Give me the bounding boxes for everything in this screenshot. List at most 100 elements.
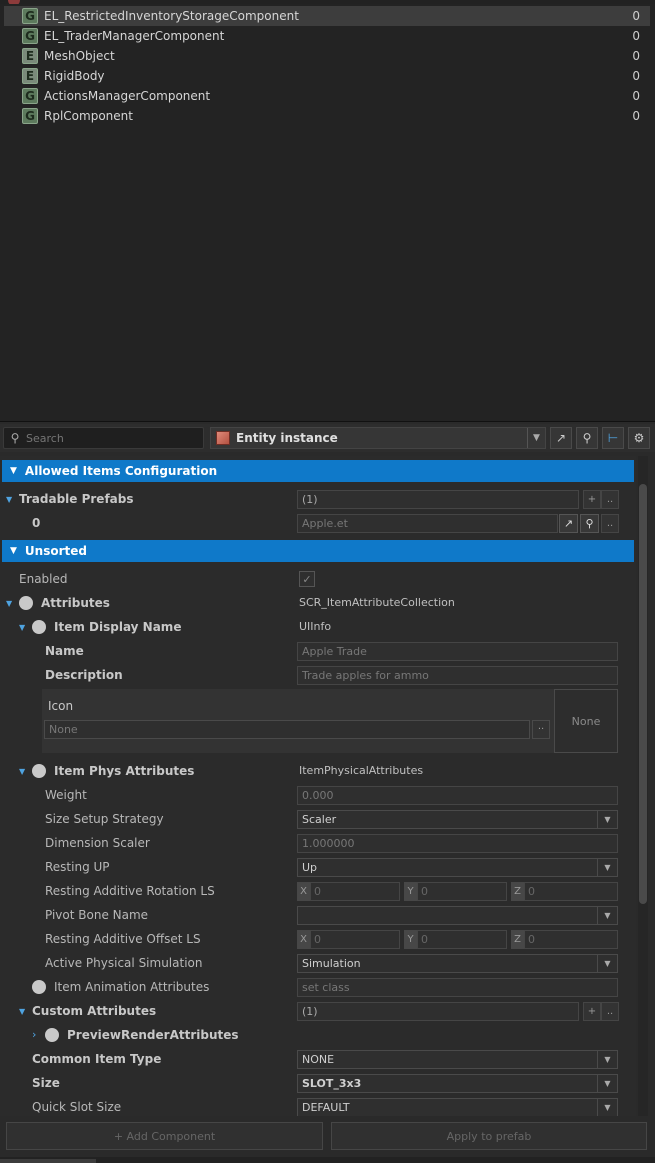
section-unsorted[interactable]: ▼ Unsorted bbox=[2, 540, 634, 562]
prop-label: Icon bbox=[48, 699, 74, 713]
array-count: (1) bbox=[297, 490, 579, 509]
external-link-icon[interactable]: ↗ bbox=[550, 427, 572, 449]
more-options-button[interactable]: .. bbox=[601, 490, 619, 509]
chevron-down-icon[interactable]: ▼ bbox=[527, 428, 545, 448]
axis-value[interactable]: 0 bbox=[417, 930, 507, 949]
search-icon[interactable]: ⚲ bbox=[576, 427, 598, 449]
prop-label: Enabled bbox=[19, 572, 68, 586]
component-row[interactable]: G ActionsManagerComponent 0 bbox=[4, 86, 650, 106]
prop-resting-rotation: Resting Additive Rotation LS X0 Y0 Z0 bbox=[0, 881, 636, 903]
rotation-z[interactable]: Z0 bbox=[511, 882, 618, 901]
prop-label: Item Display Name bbox=[54, 620, 182, 634]
search-box[interactable]: ⚲ bbox=[3, 427, 204, 449]
component-row[interactable]: G EL_RestrictedInventoryStorageComponent 0 bbox=[4, 6, 650, 26]
component-value: 0 bbox=[632, 89, 640, 103]
scrollbar-thumb[interactable] bbox=[639, 484, 647, 904]
name-field[interactable]: Apple Trade bbox=[297, 642, 618, 661]
offset-z[interactable]: Z0 bbox=[511, 930, 618, 949]
entity-selector[interactable]: Entity instance ▼ bbox=[210, 427, 546, 449]
description-field[interactable]: Trade apples for ammo bbox=[297, 666, 618, 685]
common-type-select[interactable]: NONE ▼ bbox=[297, 1050, 618, 1069]
rotation-y[interactable]: Y0 bbox=[404, 882, 507, 901]
add-element-button[interactable]: + bbox=[583, 1002, 601, 1021]
prop-tradable-index: 0 Apple.et ↗ ⚲ .. bbox=[0, 513, 636, 535]
more-options-button[interactable]: .. bbox=[601, 1002, 619, 1021]
property-grid: ▼ Allowed Items Configuration ▼ Tradable … bbox=[0, 456, 636, 1117]
offset-y[interactable]: Y0 bbox=[404, 930, 507, 949]
pivot-bone-select[interactable]: ▼ bbox=[297, 906, 618, 925]
enabled-checkbox[interactable]: ✓ bbox=[299, 571, 315, 587]
component-value: 0 bbox=[632, 109, 640, 123]
object-circle-icon bbox=[19, 596, 33, 610]
prop-pivot-bone-name: Pivot Bone Name ▼ bbox=[0, 905, 636, 927]
axis-z-label: Z bbox=[511, 882, 524, 901]
component-row[interactable]: E MeshObject 0 bbox=[4, 46, 650, 66]
component-value: 0 bbox=[632, 9, 640, 23]
component-row[interactable]: E RigidBody 0 bbox=[4, 66, 650, 86]
resting-up-select[interactable]: Up ▼ bbox=[297, 858, 618, 877]
axis-z-label: Z bbox=[511, 930, 524, 949]
weight-field[interactable]: 0.000 bbox=[297, 786, 618, 805]
expand-icon[interactable]: ▼ bbox=[19, 623, 25, 632]
axis-value[interactable]: 0 bbox=[524, 882, 618, 901]
prop-preview-render-attributes: › PreviewRenderAttributes bbox=[0, 1025, 636, 1047]
expand-icon[interactable]: ▼ bbox=[19, 1007, 25, 1016]
dimension-scaler-field[interactable]: 1.000000 bbox=[297, 834, 618, 853]
axis-value[interactable]: 0 bbox=[310, 930, 400, 949]
axis-x-label: X bbox=[297, 930, 310, 949]
scrollbar[interactable] bbox=[638, 456, 648, 1116]
add-component-button[interactable]: + Add Component bbox=[6, 1122, 323, 1150]
prop-label: 0 bbox=[32, 516, 41, 530]
class-name: SCR_ItemAttributeCollection bbox=[299, 596, 455, 609]
hierarchy-icon[interactable]: ⊢ bbox=[602, 427, 624, 449]
object-circle-icon bbox=[32, 764, 46, 778]
offset-x[interactable]: X0 bbox=[297, 930, 400, 949]
rotation-x[interactable]: X0 bbox=[297, 882, 400, 901]
apply-to-prefab-button[interactable]: Apply to prefab bbox=[331, 1122, 647, 1150]
component-row[interactable]: G RplComponent 0 bbox=[4, 106, 650, 126]
expand-icon[interactable]: ▼ bbox=[19, 767, 25, 776]
resource-field[interactable]: Apple.et bbox=[297, 514, 558, 533]
component-value: 0 bbox=[632, 49, 640, 63]
object-circle-icon bbox=[32, 980, 46, 994]
component-name: EL_RestrictedInventoryStorageComponent bbox=[44, 9, 299, 23]
icon-field[interactable]: None bbox=[44, 720, 530, 739]
section-allowed-items[interactable]: ▼ Allowed Items Configuration bbox=[2, 460, 634, 482]
prop-item-display-name: ▼ Item Display Name UIInfo bbox=[0, 617, 636, 639]
more-options-button[interactable]: .. bbox=[532, 720, 550, 739]
active-phys-select[interactable]: Simulation ▼ bbox=[297, 954, 618, 973]
prop-label: Pivot Bone Name bbox=[45, 908, 149, 922]
bottom-bar: + Add Component Apply to prefab bbox=[0, 1116, 655, 1163]
icon-preview[interactable]: None bbox=[554, 689, 618, 753]
component-value: 0 bbox=[632, 29, 640, 43]
prop-weight: Weight 0.000 bbox=[0, 785, 636, 807]
gear-icon[interactable]: ⚙ bbox=[628, 427, 650, 449]
expand-icon[interactable]: ▼ bbox=[6, 599, 12, 608]
select-value: SLOT_3x3 bbox=[302, 1077, 362, 1090]
expand-icon[interactable]: ▼ bbox=[6, 495, 12, 504]
prop-resting-offset: Resting Additive Offset LS X0 Y0 Z0 bbox=[0, 929, 636, 951]
chevron-down-icon: ▼ bbox=[597, 1051, 617, 1068]
chevron-down-icon: ▼ bbox=[597, 859, 617, 876]
axis-value[interactable]: 0 bbox=[310, 882, 400, 901]
prop-size-setup-strategy: Size Setup Strategy Scaler ▼ bbox=[0, 809, 636, 831]
prop-label: Common Item Type bbox=[32, 1052, 162, 1066]
axis-value[interactable]: 0 bbox=[417, 882, 507, 901]
object-circle-icon bbox=[32, 620, 46, 634]
component-row[interactable]: G EL_TraderManagerComponent 0 bbox=[4, 26, 650, 46]
axis-value[interactable]: 0 bbox=[524, 930, 618, 949]
size-strategy-select[interactable]: Scaler ▼ bbox=[297, 810, 618, 829]
external-link-icon[interactable]: ↗ bbox=[559, 514, 578, 533]
prop-label: Dimension Scaler bbox=[45, 836, 150, 850]
prop-custom-attributes: ▼ Custom Attributes (1) + .. bbox=[0, 1001, 636, 1023]
prop-tradable-prefabs: ▼ Tradable Prefabs (1) + .. bbox=[0, 489, 636, 511]
set-class-field[interactable]: set class bbox=[297, 978, 618, 997]
quick-slot-select[interactable]: DEFAULT ▼ bbox=[297, 1098, 618, 1117]
select-value: NONE bbox=[302, 1053, 335, 1066]
size-select[interactable]: SLOT_3x3 ▼ bbox=[297, 1074, 618, 1093]
search-input[interactable] bbox=[26, 431, 203, 445]
add-element-button[interactable]: + bbox=[583, 490, 601, 509]
more-options-button[interactable]: .. bbox=[601, 514, 619, 533]
chevron-right-icon[interactable]: › bbox=[32, 1028, 36, 1041]
search-icon[interactable]: ⚲ bbox=[580, 514, 599, 533]
